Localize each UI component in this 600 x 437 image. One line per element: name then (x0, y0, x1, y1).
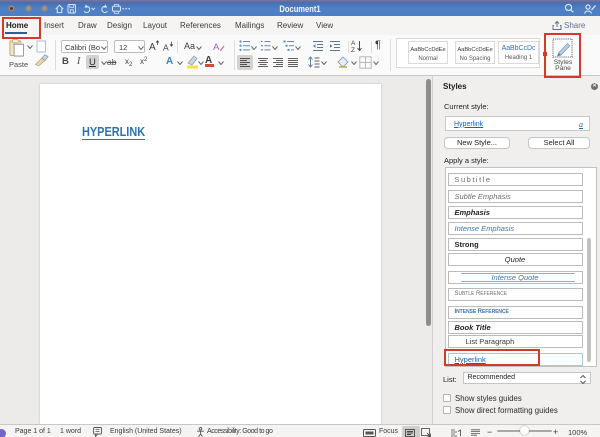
svg-text:A: A (351, 40, 356, 47)
svg-text:A: A (213, 42, 220, 53)
svg-text:A: A (149, 42, 156, 52)
svg-text:Z: Z (351, 47, 355, 53)
svg-text:A: A (163, 43, 169, 53)
